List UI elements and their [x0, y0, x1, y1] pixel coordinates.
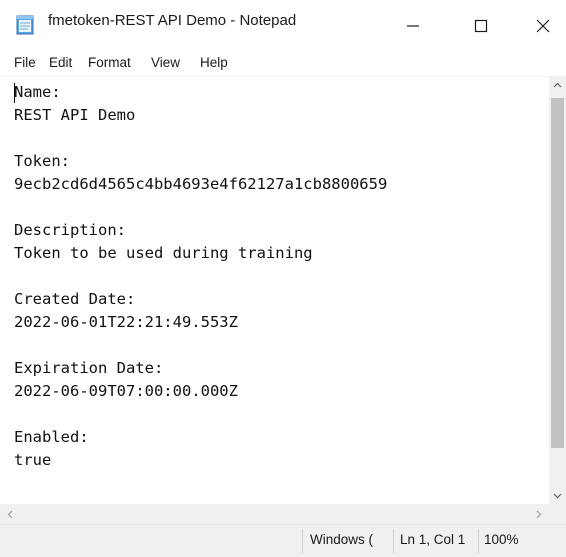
chevron-right-icon [536, 510, 542, 518]
menu-format[interactable]: Format [88, 55, 131, 70]
title-bar[interactable]: fmetoken-REST API Demo - Notepad [0, 0, 566, 52]
status-cursor-position: Ln 1, Col 1 [400, 532, 466, 547]
notepad-window: fmetoken-REST API Demo - Notepad File Ed… [0, 0, 566, 557]
menu-view[interactable]: View [151, 55, 180, 70]
status-encoding: Windows ( [310, 532, 374, 547]
menu-file[interactable]: File [14, 55, 36, 70]
chevron-down-icon [553, 493, 562, 498]
window-title: fmetoken-REST API Demo - Notepad [48, 12, 297, 29]
status-separator [393, 529, 394, 553]
scrollbar-corner [549, 504, 566, 524]
maximize-icon [474, 19, 488, 33]
document-text[interactable]: Name: REST API Demo Token: 9ecb2cd6d4565… [14, 81, 387, 472]
status-zoom: 100% [484, 532, 519, 547]
notepad-icon[interactable] [14, 14, 36, 36]
chevron-up-icon [553, 82, 562, 87]
close-icon [536, 19, 550, 33]
close-button[interactable] [520, 4, 566, 48]
vertical-scrollbar[interactable] [549, 76, 566, 504]
text-editor[interactable]: Name: REST API Demo Token: 9ecb2cd6d4565… [0, 76, 549, 505]
menu-edit[interactable]: Edit [49, 55, 72, 70]
menu-help[interactable]: Help [200, 55, 228, 70]
menu-bar: File Edit Format View Help [0, 52, 566, 76]
horizontal-scrollbar[interactable] [0, 504, 549, 524]
minimize-icon [407, 25, 419, 27]
scroll-up-button[interactable] [549, 76, 566, 93]
status-separator [478, 529, 479, 553]
text-caret [14, 83, 15, 103]
minimize-button[interactable] [390, 4, 436, 48]
status-separator [302, 529, 303, 553]
status-bar: Windows ( Ln 1, Col 1 100% [0, 524, 566, 557]
scroll-right-button[interactable] [529, 504, 549, 524]
vertical-scroll-thumb[interactable] [551, 98, 564, 448]
scroll-down-button[interactable] [549, 487, 566, 504]
chevron-left-icon [7, 510, 13, 518]
maximize-button[interactable] [458, 4, 504, 48]
scroll-left-button[interactable] [0, 504, 20, 524]
